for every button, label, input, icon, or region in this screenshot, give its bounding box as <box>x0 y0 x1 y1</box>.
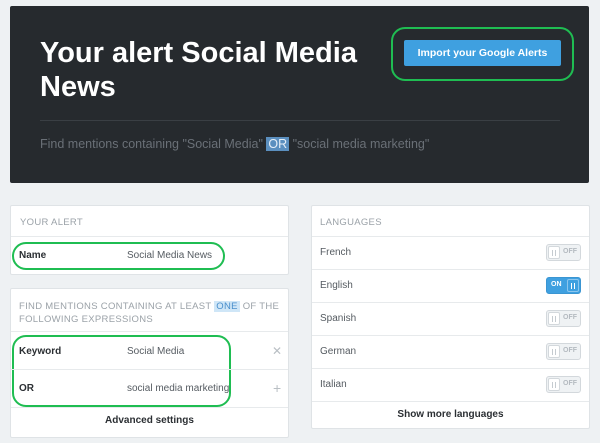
toggle-state-label: OFF <box>563 380 577 387</box>
italian-toggle[interactable]: OFF <box>546 376 581 393</box>
import-google-alerts-button[interactable]: Import your Google Alerts <box>404 40 561 66</box>
summary-prefix: Find mentions containing "Social Media" <box>40 137 267 151</box>
language-name: Spanish <box>320 313 357 324</box>
german-toggle[interactable]: OFF <box>546 343 581 360</box>
show-more-languages-link[interactable]: Show more languages <box>312 409 589 420</box>
language-name: German <box>320 346 357 357</box>
spanish-toggle[interactable]: OFF <box>546 310 581 327</box>
english-toggle[interactable]: ON <box>546 277 581 294</box>
keyword-value[interactable]: Social Media <box>127 346 184 357</box>
toggle-state-label: OFF <box>563 314 577 321</box>
language-row-german: German OFF <box>312 335 589 368</box>
toggle-knob <box>548 378 560 391</box>
mentions-panel: FIND MENTIONS CONTAINING AT LEAST ONE OF… <box>10 288 289 438</box>
toggle-knob <box>548 246 560 259</box>
your-alert-panel: YOUR ALERT Name Social Media News <box>10 205 289 275</box>
divider <box>11 369 288 370</box>
header-divider <box>40 120 560 121</box>
language-row-spanish: Spanish OFF <box>312 302 589 335</box>
toggle-knob <box>567 279 579 292</box>
toggle-state-label: OFF <box>563 347 577 354</box>
name-value[interactable]: Social Media News <box>127 250 212 261</box>
or-value[interactable]: social media marketing <box>127 383 229 394</box>
keyword-label: Keyword <box>19 346 62 357</box>
divider <box>11 407 288 408</box>
toggle-state-label: OFF <box>563 248 577 255</box>
or-label: OR <box>19 383 34 394</box>
divider <box>11 331 288 332</box>
toggle-knob <box>548 312 560 325</box>
language-name: French <box>320 247 352 258</box>
alert-summary: Find mentions containing "Social Media" … <box>40 137 429 151</box>
advanced-settings-link[interactable]: Advanced settings <box>11 415 288 426</box>
language-name: English <box>320 280 353 291</box>
toggle-knob <box>548 345 560 358</box>
mentions-heading: FIND MENTIONS CONTAINING AT LEAST ONE OF… <box>19 300 281 326</box>
french-toggle[interactable]: OFF <box>546 244 581 261</box>
language-row-english: English ON <box>312 269 589 302</box>
mentions-heading-highlight: ONE <box>214 301 240 312</box>
summary-or-badge: OR <box>266 137 290 151</box>
language-name: Italian <box>320 379 347 390</box>
toggle-state-label: ON <box>551 281 562 288</box>
language-row-italian: Italian OFF <box>312 368 589 401</box>
mentions-heading-prefix: FIND MENTIONS CONTAINING AT LEAST <box>19 301 215 312</box>
language-row-french: French OFF <box>312 236 589 269</box>
plus-icon[interactable]: + <box>273 380 281 396</box>
alert-header: Your alert Social Media News Import your… <box>10 6 589 183</box>
languages-heading: LANGUAGES <box>320 217 382 228</box>
name-label: Name <box>19 250 47 261</box>
page-title: Your alert Social Media News <box>40 37 357 103</box>
languages-panel: LANGUAGES French OFF English ON Spanish … <box>311 205 590 429</box>
divider <box>312 401 589 402</box>
divider <box>11 236 288 237</box>
import-highlight-ring: Import your Google Alerts <box>391 27 574 81</box>
your-alert-heading: YOUR ALERT <box>20 217 84 228</box>
summary-suffix: "social media marketing" <box>289 137 430 151</box>
close-icon[interactable]: ✕ <box>272 344 282 358</box>
